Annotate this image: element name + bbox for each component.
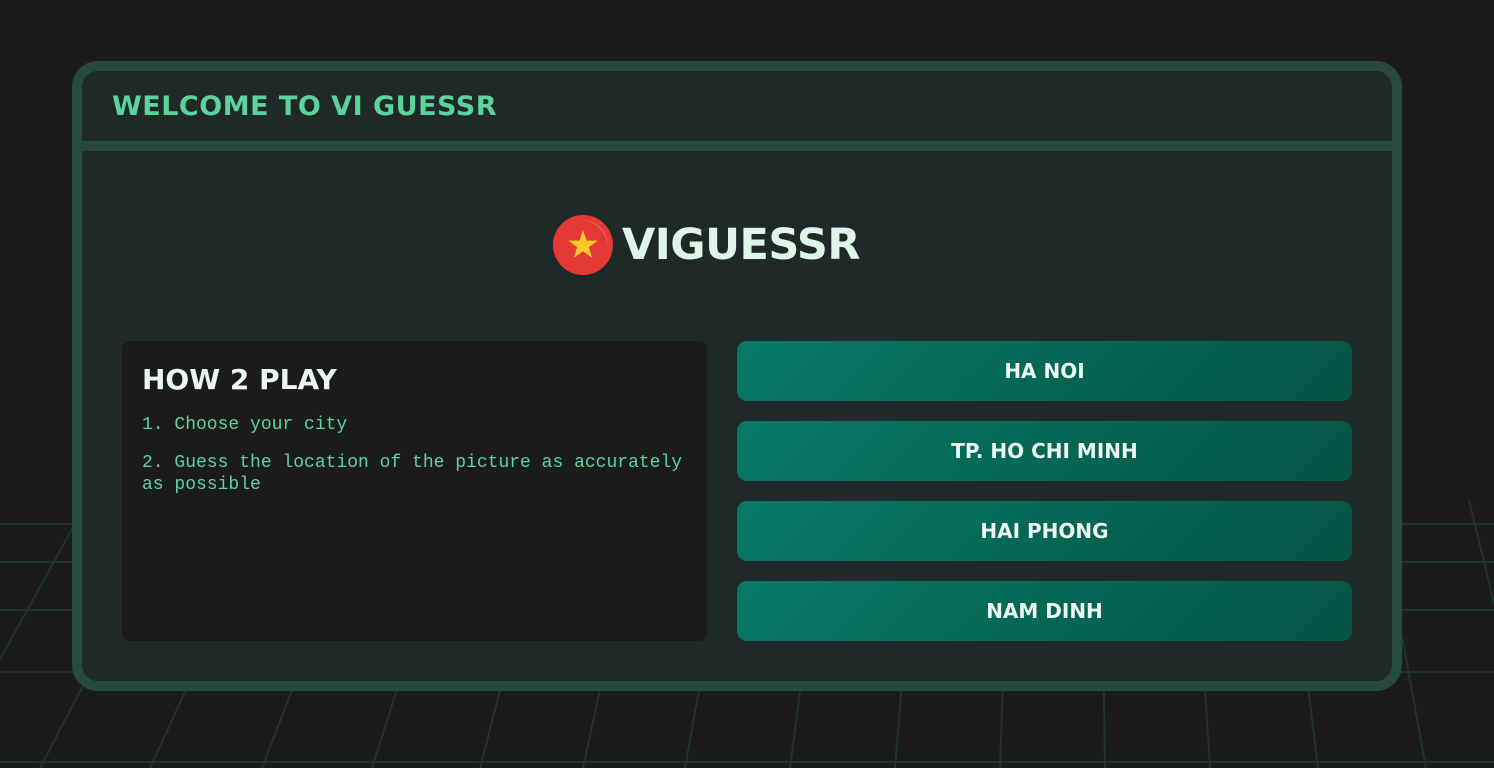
logo-text: VIGUESSR [622,220,860,270]
how-to-play-step: 1. Choose your city [142,415,348,435]
city-button-ha-noi[interactable]: HA NOI [737,341,1352,401]
vietnam-flag-icon [553,215,613,275]
city-button-label: HA NOI [1004,359,1085,383]
city-button-hai-phong[interactable]: HAI PHONG [737,501,1352,561]
how-to-play-panel: HOW 2 PLAY 1. Choose your city 2. Guess … [122,341,707,641]
app-logo: VIGUESSR [553,215,860,275]
how-to-play-step: 2. Guess the location of the picture as … [142,453,683,495]
welcome-window: WELCOME TO VI GUESSR VIGUESSR HOW 2 PLAY… [72,61,1402,691]
city-button-nam-dinh[interactable]: NAM DINH [737,581,1352,641]
city-button-label: NAM DINH [986,599,1103,623]
city-button-label: HAI PHONG [980,519,1109,543]
how-to-play-title: HOW 2 PLAY [142,363,337,396]
window-header: WELCOME TO VI GUESSR [82,71,1392,151]
window-title: WELCOME TO VI GUESSR [112,90,498,122]
city-button-tp-ho-chi-minh[interactable]: TP. HO CHI MINH [737,421,1352,481]
city-selection-list: HA NOI TP. HO CHI MINH HAI PHONG NAM DIN… [737,341,1352,661]
city-button-label: TP. HO CHI MINH [951,439,1138,463]
